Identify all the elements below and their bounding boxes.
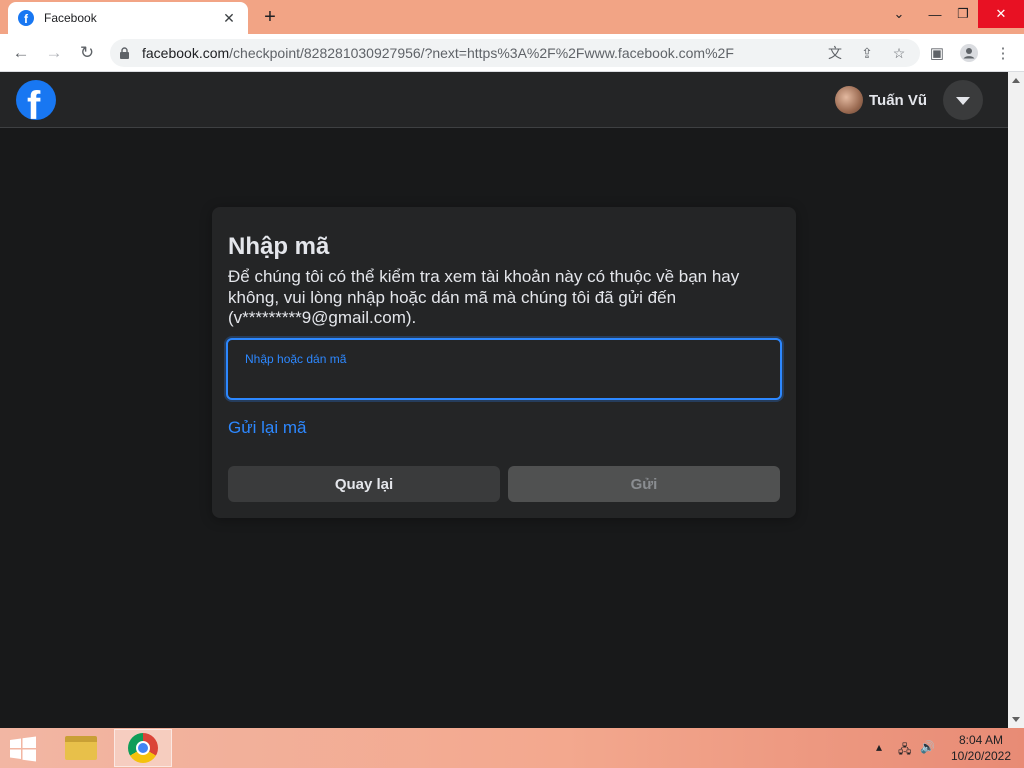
profile-icon[interactable] — [958, 42, 980, 64]
restore-button[interactable]: ❐ — [946, 0, 980, 28]
page-scrollbar[interactable] — [1008, 72, 1024, 728]
browser-tab-strip: f Facebook ✕ + ⌄ — ❐ ✕ — [0, 0, 1024, 34]
chrome-taskbar-button[interactable] — [114, 729, 172, 767]
tab-close-icon[interactable]: ✕ — [220, 10, 238, 27]
card-description: Để chúng tôi có thể kiểm tra xem tài kho… — [228, 267, 740, 327]
code-field-label: Nhập hoặc dán mã — [245, 352, 347, 366]
facebook-logo-letter: f — [27, 84, 41, 120]
chrome-icon — [128, 733, 158, 763]
translate-icon[interactable]: 文 — [826, 44, 844, 62]
url-path: /checkpoint/828281030927956/?next=https%… — [229, 45, 734, 61]
url-text: facebook.com/checkpoint/828281030927956/… — [142, 45, 734, 61]
kebab-menu-icon[interactable]: ⋮ — [992, 42, 1014, 64]
taskbar-clock[interactable]: 8:04 AM 10/20/2022 — [946, 732, 1016, 764]
facebook-header: f Tuấn Vũ — [0, 72, 1008, 128]
clock-time: 8:04 AM — [958, 733, 1004, 747]
caret-down-icon — [956, 97, 970, 105]
clock-date: 10/20/2022 — [950, 749, 1012, 763]
side-panel-icon[interactable]: ▣ — [926, 42, 948, 64]
person-icon — [960, 44, 978, 62]
tab-title: Facebook — [44, 11, 97, 25]
avatar — [835, 86, 863, 114]
back-button[interactable]: Quay lại — [228, 466, 500, 502]
card-title: Nhập mã — [228, 233, 330, 260]
scroll-down-arrow-icon[interactable] — [1012, 717, 1020, 722]
new-tab-button[interactable]: + — [258, 6, 282, 28]
profile-name: Tuấn Vũ — [869, 91, 928, 109]
facebook-favicon-icon: f — [18, 10, 34, 26]
file-explorer-button[interactable] — [52, 729, 110, 767]
account-menu-button[interactable] — [943, 80, 983, 120]
chevron-down-icon[interactable]: ⌄ — [882, 0, 916, 28]
windows-taskbar: ▴ 🖧 🔊 8:04 AM 10/20/2022 — [0, 728, 1024, 768]
code-field[interactable]: Nhập hoặc dán mã — [226, 338, 782, 400]
back-arrow-icon[interactable]: ← — [9, 41, 33, 65]
facebook-logo[interactable]: f — [16, 80, 56, 120]
network-icon[interactable]: 🖧 — [898, 740, 911, 761]
windows-start-icon[interactable] — [6, 736, 40, 762]
share-icon[interactable]: ⇪ — [858, 44, 876, 62]
scroll-up-arrow-icon[interactable] — [1012, 78, 1020, 83]
window-close-button[interactable]: ✕ — [978, 0, 1024, 28]
folder-icon — [65, 736, 97, 760]
resend-code-link[interactable]: Gửi lại mã — [228, 418, 306, 438]
code-input[interactable] — [244, 368, 764, 392]
url-host: facebook.com — [142, 45, 230, 61]
browser-tab[interactable]: f Facebook ✕ — [8, 2, 248, 34]
star-icon[interactable]: ☆ — [890, 44, 908, 62]
profile-chip[interactable]: Tuấn Vũ — [830, 82, 927, 118]
send-button[interactable]: Gửi — [508, 466, 780, 502]
tray-chevron-up-icon[interactable]: ▴ — [876, 740, 882, 754]
volume-icon[interactable]: 🔊 — [920, 740, 935, 754]
reload-icon[interactable]: ↻ — [75, 41, 99, 65]
lock-icon — [120, 47, 129, 59]
forward-arrow-icon[interactable]: → — [42, 41, 66, 65]
browser-toolbar: ← → ↻ facebook.com/checkpoint/8282810309… — [0, 34, 1024, 72]
address-bar[interactable]: facebook.com/checkpoint/828281030927956/… — [110, 39, 920, 67]
enter-code-card: Nhập mã Để chúng tôi có thể kiểm tra xem… — [212, 207, 796, 518]
